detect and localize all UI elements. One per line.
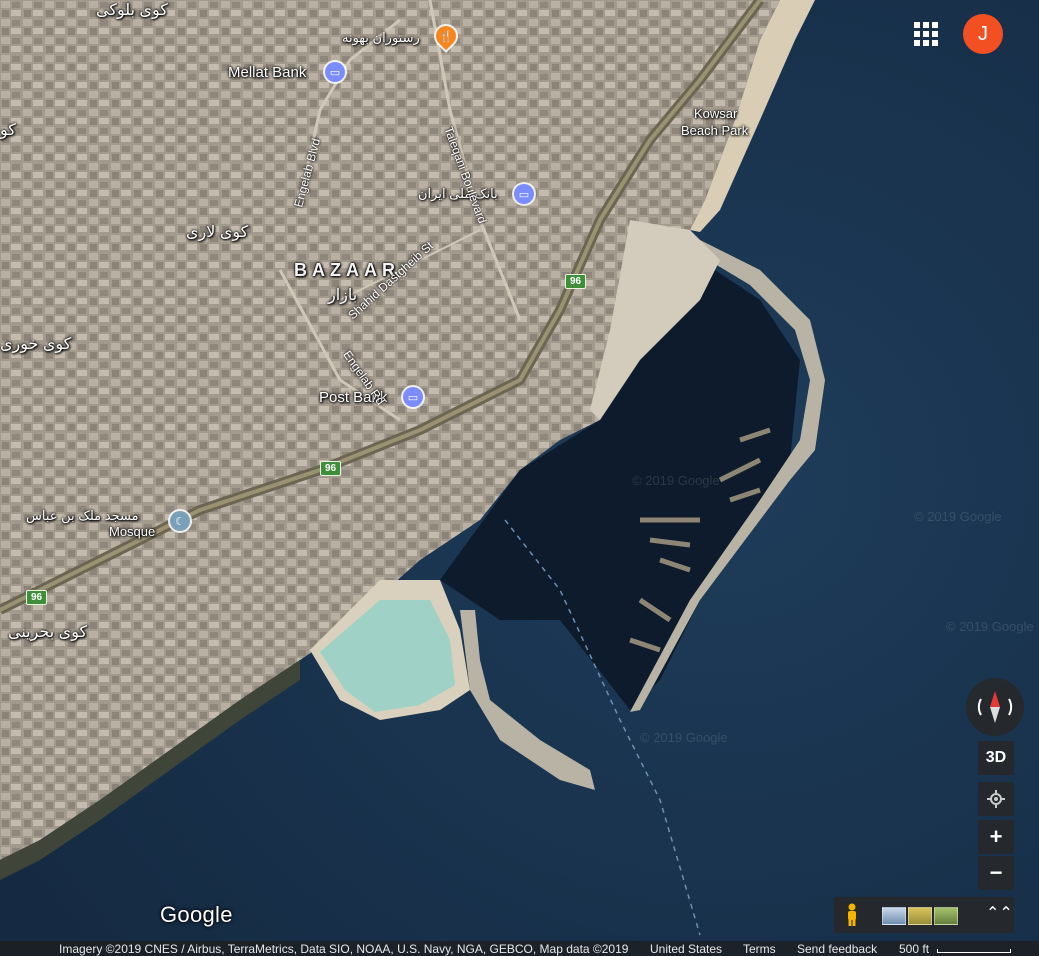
place-label-bazaar-fa: بازار [328, 287, 358, 304]
scale-label[interactable]: 500 ft [899, 942, 929, 956]
place-label-koy-bahreini: کوی بحرینی [8, 624, 88, 641]
send-feedback-link[interactable]: Send feedback [797, 942, 877, 956]
watermark: © 2019 Google [632, 473, 720, 488]
google-logo: Google [160, 902, 233, 927]
place-label-mosque-fa[interactable]: مسجد ملک بن عباس [26, 508, 139, 524]
compass-icon[interactable] [966, 678, 1024, 736]
account-avatar[interactable]: J [963, 14, 1003, 54]
place-label-mosque[interactable]: Mosque [109, 524, 155, 539]
place-label-koy-khouri: کوی خوری [0, 336, 72, 353]
terms-link[interactable]: Terms [743, 942, 776, 956]
watermark: © 2019 Google [640, 730, 728, 745]
pegman-icon[interactable] [844, 903, 860, 927]
zoom-in-button[interactable]: + [978, 820, 1014, 854]
watermark: © 2019 Google [914, 509, 1002, 524]
route-shield-96: 96 [320, 461, 342, 476]
scale-bar [937, 949, 1011, 953]
layer-thumbnail-3[interactable] [934, 907, 958, 925]
place-label-kowsar[interactable]: Kowsar [694, 106, 737, 121]
place-label-beach-park[interactable]: Beach Park [681, 123, 748, 138]
place-label-koy-baloki[interactable]: کوی بلوکی [96, 0, 168, 20]
bank-icon[interactable]: ▭ [325, 62, 345, 82]
place-label-edge: کو [0, 122, 16, 139]
imagery-attribution: Imagery ©2019 CNES / Airbus, TerraMetric… [59, 942, 629, 956]
apps-grid-icon[interactable] [912, 20, 940, 48]
route-shield-96: 96 [565, 274, 587, 289]
place-label-bank-melli[interactable]: بانک ملی ایران [418, 186, 498, 202]
zoom-out-button[interactable]: − [978, 856, 1014, 890]
compass-needle-icon [977, 691, 1013, 723]
place-label-koy-lari: کوی لاری [186, 224, 249, 241]
layer-thumbnail-1[interactable] [882, 907, 906, 925]
satellite-map[interactable] [0, 0, 1039, 956]
layers-panel: ⌃⌃ [834, 897, 1014, 933]
mosque-icon[interactable]: ☾ [170, 511, 190, 531]
chevron-up-icon[interactable]: ⌃⌃ [986, 903, 1013, 923]
country-link[interactable]: United States [650, 942, 722, 956]
layer-thumbnail-2[interactable] [908, 907, 932, 925]
bank-icon[interactable]: ▭ [514, 184, 534, 204]
place-label-restaurant[interactable]: رستوران بهونه [342, 30, 420, 46]
3d-toggle-button[interactable]: 3D [978, 741, 1014, 775]
my-location-icon[interactable] [978, 782, 1014, 816]
place-label-mellat-bank[interactable]: Mellat Bank [228, 64, 306, 81]
route-shield-96: 96 [26, 590, 48, 605]
watermark: © 2019 Google [946, 619, 1034, 634]
footer-bar: Imagery ©2019 CNES / Airbus, TerraMetric… [0, 941, 1039, 956]
bank-icon[interactable]: ▭ [403, 387, 423, 407]
